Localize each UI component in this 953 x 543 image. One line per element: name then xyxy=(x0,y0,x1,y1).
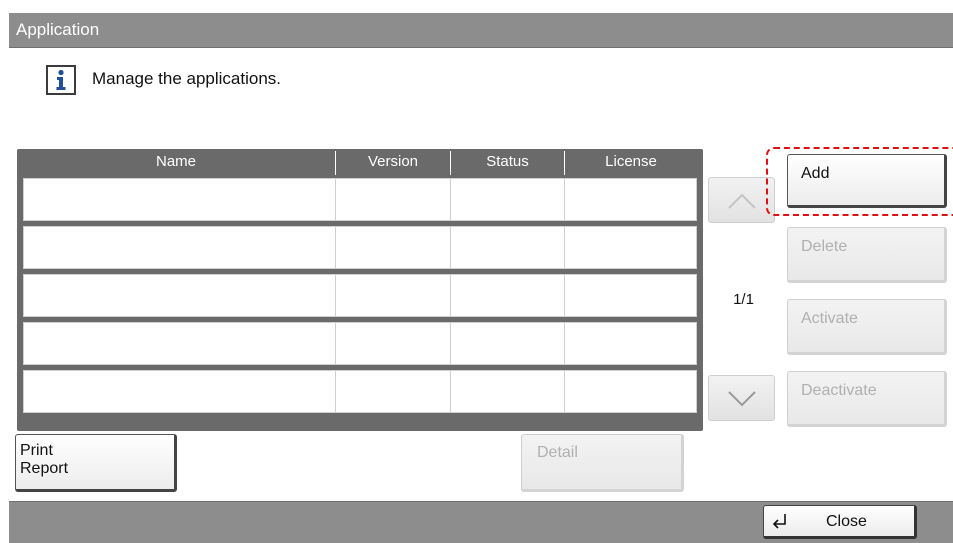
close-label: Close xyxy=(826,513,867,530)
deactivate-button[interactable]: Deactivate xyxy=(787,371,947,427)
table-row[interactable] xyxy=(23,178,697,221)
delete-button[interactable]: Delete xyxy=(787,227,947,283)
title-bar: Application xyxy=(9,13,953,48)
add-button[interactable]: Add xyxy=(787,154,947,208)
activate-button[interactable]: Activate xyxy=(787,299,947,355)
print-report-button[interactable]: Print Report xyxy=(15,434,177,492)
column-header-name[interactable]: Name xyxy=(17,153,335,170)
scroll-up-button[interactable] xyxy=(708,177,775,223)
column-header-license[interactable]: License xyxy=(565,153,697,170)
table-row[interactable] xyxy=(23,226,697,269)
page-indicator: 1/1 xyxy=(733,291,754,308)
info-message: Manage the applications. xyxy=(92,69,282,88)
table-row[interactable] xyxy=(23,274,697,317)
column-header-status[interactable]: Status xyxy=(451,153,564,170)
table-row[interactable] xyxy=(23,370,697,413)
column-header-version[interactable]: Version xyxy=(336,153,450,170)
close-button[interactable]: Close xyxy=(763,505,917,539)
chevron-up-icon xyxy=(728,193,756,209)
application-table: Name Version Status License xyxy=(17,149,703,431)
info-icon xyxy=(46,65,76,95)
table-row[interactable] xyxy=(23,322,697,365)
chevron-down-icon xyxy=(728,391,756,407)
scroll-down-button[interactable] xyxy=(708,375,775,421)
enter-return-icon xyxy=(772,514,786,529)
window-title: Application xyxy=(16,20,100,39)
page-scroller: 1/1 xyxy=(703,149,784,431)
table-header: Name Version Status License xyxy=(17,149,703,175)
detail-button[interactable]: Detail xyxy=(521,434,684,492)
